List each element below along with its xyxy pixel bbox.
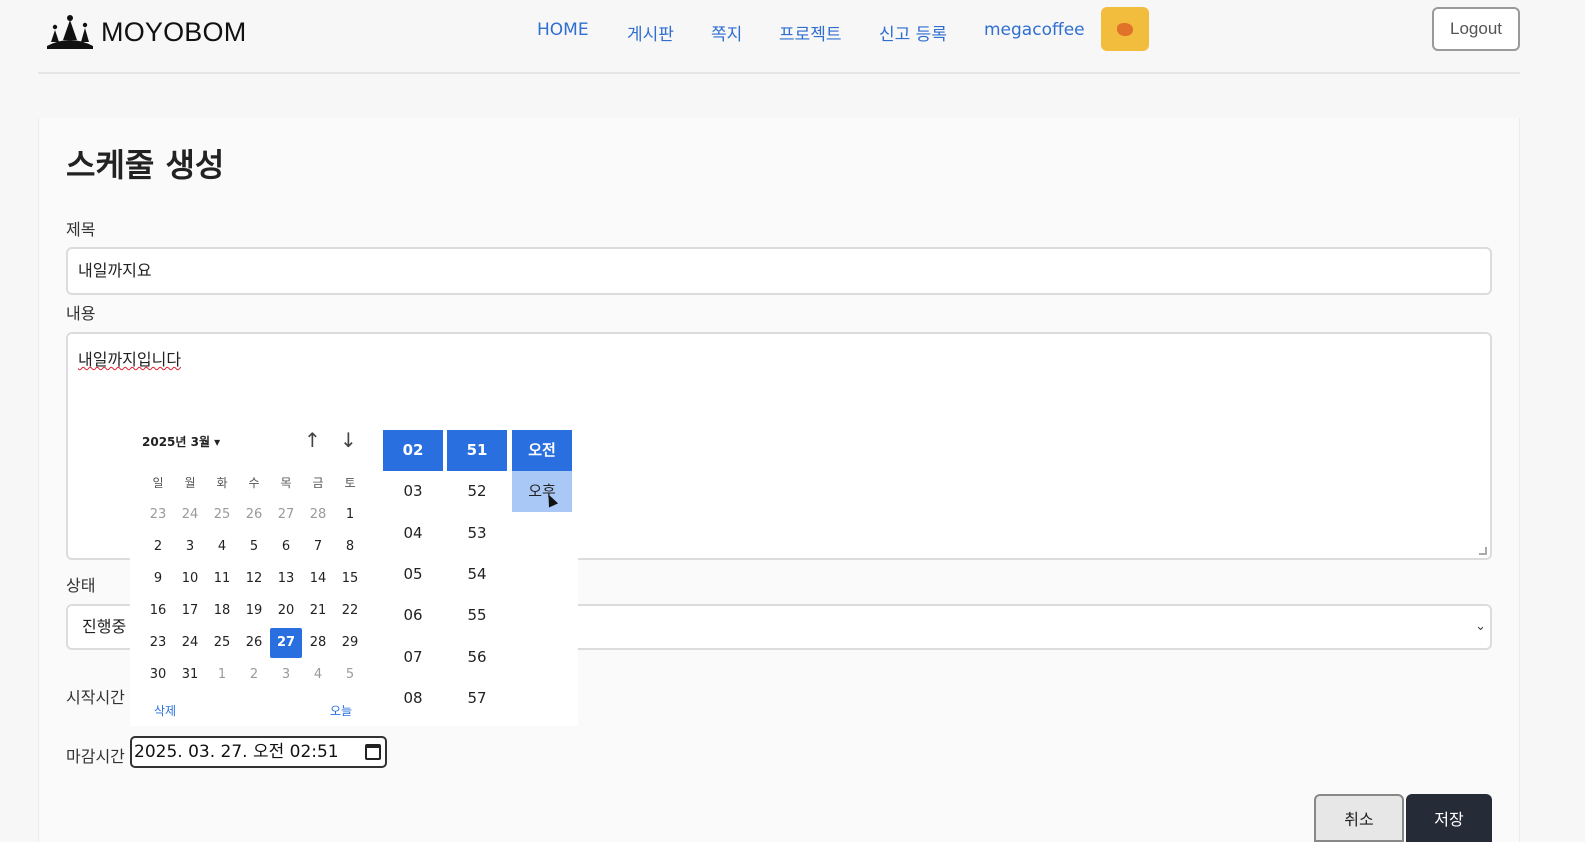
- weekday-label: 일: [152, 476, 164, 490]
- calendar-day[interactable]: 13: [270, 564, 302, 594]
- calendar-day[interactable]: 25: [206, 500, 238, 530]
- calendar-day[interactable]: 24: [174, 500, 206, 530]
- calendar-day[interactable]: 18: [206, 596, 238, 626]
- next-month-arrow-icon[interactable]: ↓: [340, 428, 357, 452]
- resize-handle-icon[interactable]: [1479, 547, 1487, 555]
- logo-text: MOYOBOM: [101, 16, 247, 47]
- weekday-label: 금: [312, 476, 324, 490]
- calendar-day[interactable]: 5: [334, 660, 366, 690]
- calendar-day[interactable]: 17: [174, 596, 206, 626]
- calendar-day[interactable]: 19: [238, 596, 270, 626]
- calendar-day[interactable]: 29: [334, 628, 366, 658]
- page-title: 스케줄 생성: [66, 146, 225, 184]
- calendar-icon[interactable]: [365, 744, 381, 760]
- nav-user[interactable]: megacoffee: [984, 20, 1085, 40]
- calendar-day[interactable]: 12: [238, 564, 270, 594]
- nav-messages[interactable]: 쪽지: [711, 20, 742, 45]
- ampm-option[interactable]: 오후: [512, 471, 572, 513]
- weekday-label: 월: [184, 476, 196, 490]
- title-input[interactable]: 내일까지요: [66, 247, 1492, 295]
- hour-option[interactable]: 03: [383, 471, 443, 512]
- min-option[interactable]: 52: [447, 471, 507, 512]
- prev-month-arrow-icon[interactable]: ↑: [304, 428, 321, 452]
- calendar-day[interactable]: 22: [334, 596, 366, 626]
- calendar-day[interactable]: 21: [302, 596, 334, 626]
- hour-option[interactable]: 02: [383, 430, 443, 471]
- hour-option[interactable]: 07: [383, 637, 443, 678]
- due-time-input[interactable]: 2025. 03. 27. 오전 02:51: [130, 736, 387, 768]
- logo-icon: [47, 15, 93, 49]
- datetime-picker: 2025년 3월 ▾ ↑ ↓ 일월화수목금토 23 24 25 26 27 28 1 2 3 4 5…: [130, 420, 578, 726]
- calendar-day[interactable]: 28: [302, 628, 334, 658]
- logo[interactable]: MOYOBOM: [43, 12, 246, 52]
- save-button[interactable]: 저장: [1406, 794, 1492, 842]
- calendar-day[interactable]: 27: [270, 500, 302, 530]
- profile-badge[interactable]: [1101, 7, 1149, 51]
- calendar-day[interactable]: 6: [270, 532, 302, 562]
- content-text: 내일까지입니다: [78, 350, 182, 369]
- nav-home[interactable]: HOME: [537, 20, 589, 40]
- calendar-day[interactable]: 10: [174, 564, 206, 594]
- calendar-day[interactable]: 24: [174, 628, 206, 658]
- hour-option[interactable]: 05: [383, 554, 443, 595]
- start-time-label: 시작시간: [66, 688, 125, 707]
- calendar-day[interactable]: 1: [206, 660, 238, 690]
- calendar-day[interactable]: 20: [270, 596, 302, 626]
- nav-board[interactable]: 게시판: [627, 20, 674, 45]
- min-option[interactable]: 56: [447, 637, 507, 678]
- title-label: 제목: [66, 220, 96, 239]
- calendar-day[interactable]: 5: [238, 532, 270, 562]
- calendar-day[interactable]: 14: [302, 564, 334, 594]
- calendar-day[interactable]: 30: [142, 660, 174, 690]
- calendar-day[interactable]: 9: [142, 564, 174, 594]
- calendar-day[interactable]: 26: [238, 500, 270, 530]
- calendar-day[interactable]: 15: [334, 564, 366, 594]
- month-selector[interactable]: 2025년 3월 ▾: [142, 433, 220, 450]
- min-option[interactable]: 51: [447, 430, 507, 471]
- today-link[interactable]: 오늘: [330, 702, 352, 719]
- ampm-option[interactable]: 오전: [512, 430, 572, 471]
- calendar-day[interactable]: 4: [206, 532, 238, 562]
- cancel-button[interactable]: 취소: [1314, 794, 1404, 842]
- calendar-day[interactable]: 1: [334, 500, 366, 530]
- status-value: 진행중: [82, 617, 127, 636]
- weekday-label: 화: [216, 476, 228, 490]
- weekday-label: 수: [248, 476, 260, 490]
- calendar-day[interactable]: 2: [238, 660, 270, 690]
- logout-button[interactable]: Logout: [1432, 7, 1520, 51]
- nav-report[interactable]: 신고 등록: [879, 20, 947, 45]
- hour-option[interactable]: 04: [383, 513, 443, 554]
- calendar-day[interactable]: 23: [142, 500, 174, 530]
- calendar-day[interactable]: 4: [302, 660, 334, 690]
- profile-icon: [1117, 22, 1133, 36]
- calendar-day[interactable]: 31: [174, 660, 206, 690]
- calendar-day[interactable]: 28: [302, 500, 334, 530]
- clear-link[interactable]: 삭제: [154, 702, 176, 719]
- calendar-day[interactable]: 25: [206, 628, 238, 658]
- min-option[interactable]: 54: [447, 554, 507, 595]
- calendar-day[interactable]: 8: [334, 532, 366, 562]
- content-label: 내용: [66, 304, 96, 323]
- hour-option[interactable]: 08: [383, 678, 443, 719]
- calendar-day[interactable]: 27: [270, 628, 302, 658]
- weekday-label: 토: [344, 476, 356, 490]
- status-label: 상태: [66, 576, 96, 595]
- nav-project[interactable]: 프로젝트: [779, 20, 842, 45]
- calendar-day[interactable]: 3: [174, 532, 206, 562]
- calendar-day[interactable]: 3: [270, 660, 302, 690]
- calendar-day[interactable]: 11: [206, 564, 238, 594]
- chevron-down-icon: ⌄: [1475, 619, 1486, 634]
- min-option[interactable]: 57: [447, 678, 507, 719]
- hour-option[interactable]: 06: [383, 595, 443, 636]
- due-time-label: 마감시간: [66, 747, 125, 766]
- calendar-day[interactable]: 7: [302, 532, 334, 562]
- min-option[interactable]: 55: [447, 595, 507, 636]
- calendar-day[interactable]: 2: [142, 532, 174, 562]
- weekday-label: 목: [280, 476, 292, 490]
- calendar-day[interactable]: 23: [142, 628, 174, 658]
- calendar-day[interactable]: 26: [238, 628, 270, 658]
- calendar-day[interactable]: 16: [142, 596, 174, 626]
- min-option[interactable]: 53: [447, 513, 507, 554]
- due-time-value: 2025. 03. 27. 오전 02:51: [134, 742, 339, 762]
